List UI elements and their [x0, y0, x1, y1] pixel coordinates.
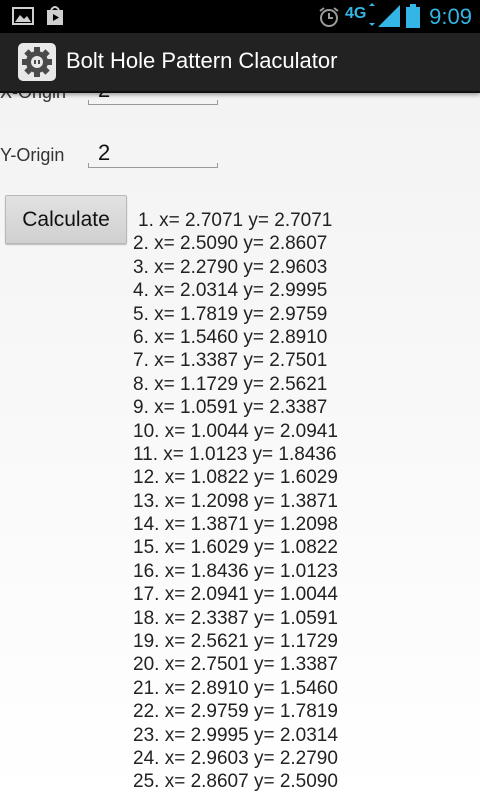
result-item: 13. x= 1.2098 y= 1.3871 [133, 490, 338, 512]
gear-icon[interactable] [18, 43, 56, 81]
results-list: 1. x= 2.7071 y= 2.7071 2. x= 2.5090 y= 2.… [133, 209, 338, 794]
result-item: 20. x= 2.7501 y= 1.3387 [133, 654, 338, 676]
y-origin-label: Y-Origin [0, 145, 65, 165]
app-title: Bolt Hole Pattern Claculator [66, 48, 338, 73]
content-area: X-Origin Y-Origin Calculate 1. x= 2.7071… [0, 93, 480, 800]
battery-icon [406, 4, 420, 33]
result-item: 11. x= 1.0123 y= 1.8436 [133, 443, 337, 465]
result-item: 23. x= 2.9995 y= 2.0314 [133, 724, 338, 746]
result-item: 19. x= 2.5621 y= 1.1729 [133, 631, 338, 653]
input-underline-tick [217, 100, 218, 105]
result-item: 17. x= 2.0941 y= 1.0044 [133, 584, 338, 606]
result-item: 6. x= 1.5460 y= 2.8910 [133, 326, 328, 348]
calculate-button[interactable]: Calculate [5, 195, 127, 244]
status-bar: 4G 9:09 [0, 0, 480, 33]
x-origin-row: X-Origin [0, 93, 480, 113]
result-item: 22. x= 2.9759 y= 1.7819 [133, 701, 338, 723]
result-item: 12. x= 1.0822 y= 1.6029 [133, 467, 338, 489]
result-item: 14. x= 1.3871 y= 1.2098 [133, 514, 338, 536]
result-item: 15. x= 1.6029 y= 1.0822 [133, 537, 338, 559]
result-item: 10. x= 1.0044 y= 2.0941 [133, 420, 338, 442]
input-underline-tick [88, 163, 89, 168]
svg-text:4G: 4G [345, 5, 366, 22]
result-item: 21. x= 2.8910 y= 1.5460 [133, 677, 338, 699]
status-time: 9:09 [429, 4, 472, 29]
x-origin-input[interactable] [88, 93, 218, 105]
play-store-icon [44, 5, 66, 31]
result-item: 7. x= 1.3387 y= 2.7501 [133, 350, 328, 372]
gallery-icon [12, 7, 34, 30]
alarm-icon [318, 6, 340, 33]
y-origin-row: Y-Origin [0, 135, 480, 175]
result-item: 4. x= 2.0314 y= 2.9995 [133, 280, 328, 302]
result-item: 25. x= 2.8607 y= 2.5090 [133, 771, 338, 793]
result-item: 2. x= 2.5090 y= 2.8607 [133, 233, 328, 255]
input-underline-tick [217, 163, 218, 168]
result-item: 3. x= 2.2790 y= 2.9603 [133, 256, 328, 278]
action-bar: Bolt Hole Pattern Claculator [0, 33, 480, 93]
result-item: 9. x= 1.0591 y= 2.3387 [133, 397, 328, 419]
result-item: 8. x= 1.1729 y= 2.5621 [133, 373, 328, 395]
network-4g-icon: 4G [345, 3, 377, 34]
x-origin-label: X-Origin [0, 93, 66, 103]
result-item: 5. x= 1.7819 y= 2.9759 [133, 303, 328, 325]
input-underline-tick [88, 100, 89, 105]
result-item: 16. x= 1.8436 y= 1.0123 [133, 560, 338, 582]
app-screen: 4G 9:09 Bolt Hole Pattern Claculator 2 Y… [0, 0, 480, 800]
signal-icon [378, 5, 400, 32]
result-item: 18. x= 2.3387 y= 1.0591 [133, 607, 338, 629]
result-item: 24. x= 2.9603 y= 2.2790 [133, 747, 338, 769]
y-origin-input[interactable] [88, 138, 218, 168]
result-item: 1. x= 2.7071 y= 2.7071 [138, 210, 333, 231]
